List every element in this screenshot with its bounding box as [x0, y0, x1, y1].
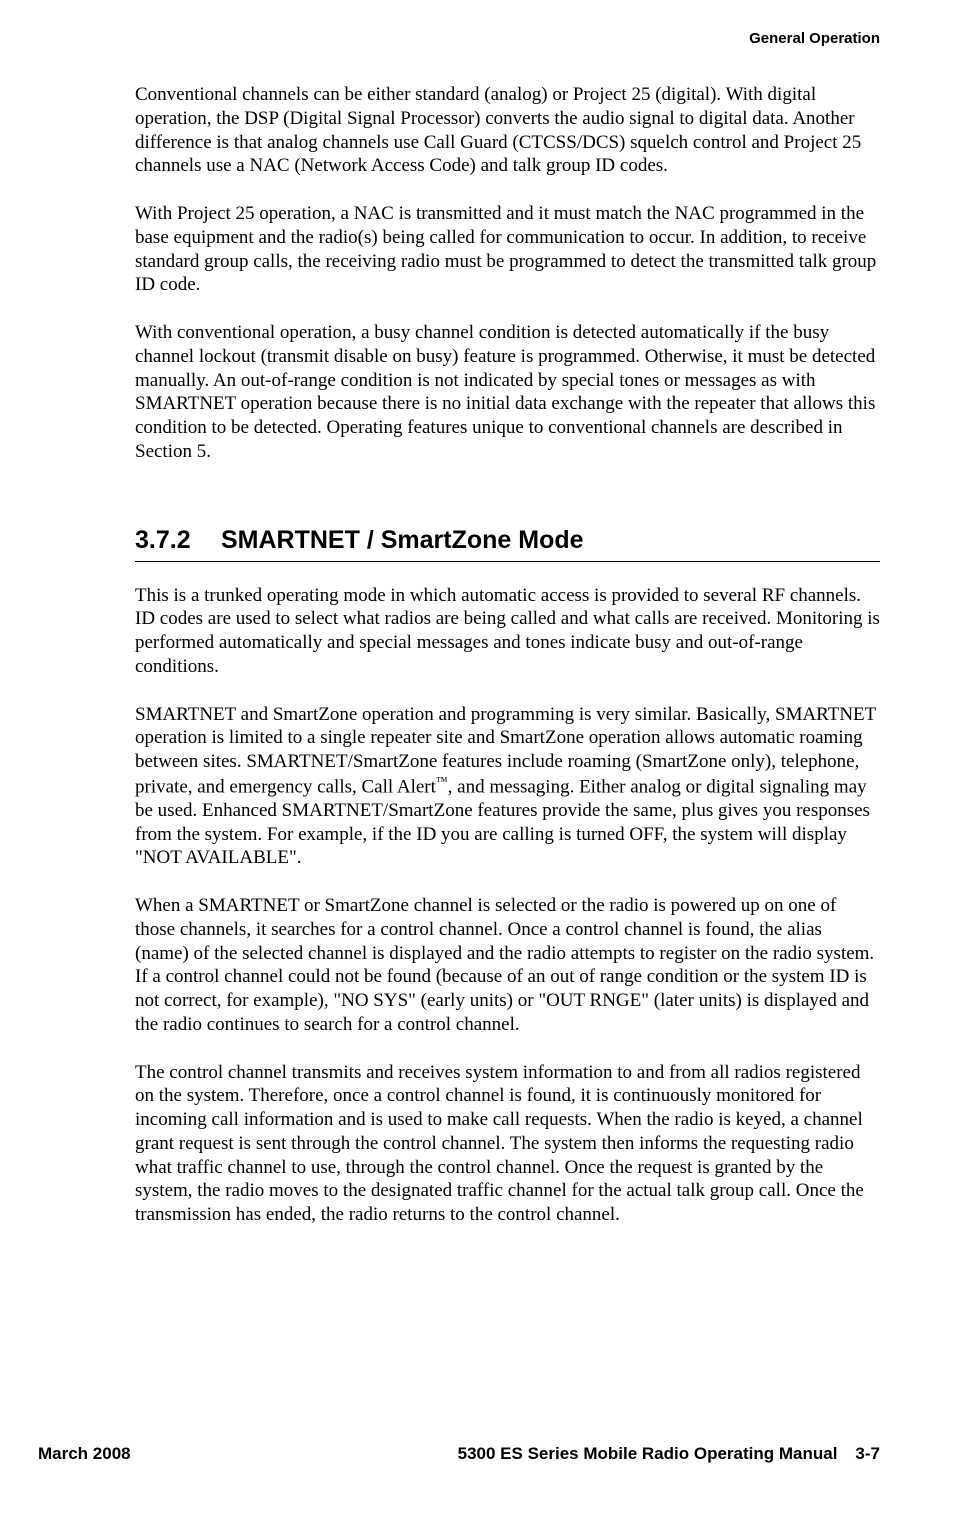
- paragraph-smartnet-smartzone-features: SMARTNET and SmartZone operation and pro…: [135, 703, 880, 871]
- footer-right: 5300 ES Series Mobile Radio Operating Ma…: [458, 1444, 880, 1464]
- paragraph-conventional-channels: Conventional channels can be either stan…: [135, 83, 880, 178]
- paragraph-conventional-busy: With conventional operation, a busy chan…: [135, 321, 880, 464]
- paragraph-trunked-mode: This is a trunked operating mode in whic…: [135, 584, 880, 679]
- section-rule: [135, 561, 880, 562]
- paragraph-control-channel-transmit: The control channel transmits and receiv…: [135, 1061, 880, 1227]
- section-title: SMARTNET / SmartZone Mode: [221, 526, 584, 555]
- section-number: 3.7.2: [135, 526, 221, 555]
- page-header: General Operation: [0, 0, 975, 47]
- header-section-title: General Operation: [749, 30, 880, 47]
- footer-page-number: 3-7: [855, 1444, 880, 1464]
- page-content: Conventional channels can be either stan…: [0, 47, 975, 1227]
- paragraph-control-channel-search: When a SMARTNET or SmartZone channel is …: [135, 894, 880, 1037]
- trademark-symbol: ™: [436, 774, 448, 788]
- page-footer: March 2008 5300 ES Series Mobile Radio O…: [0, 1444, 975, 1464]
- footer-manual-title: 5300 ES Series Mobile Radio Operating Ma…: [458, 1444, 838, 1464]
- paragraph-project25-nac: With Project 25 operation, a NAC is tran…: [135, 202, 880, 297]
- footer-date: March 2008: [38, 1444, 131, 1464]
- section-heading-smartnet: 3.7.2 SMARTNET / SmartZone Mode: [135, 526, 880, 555]
